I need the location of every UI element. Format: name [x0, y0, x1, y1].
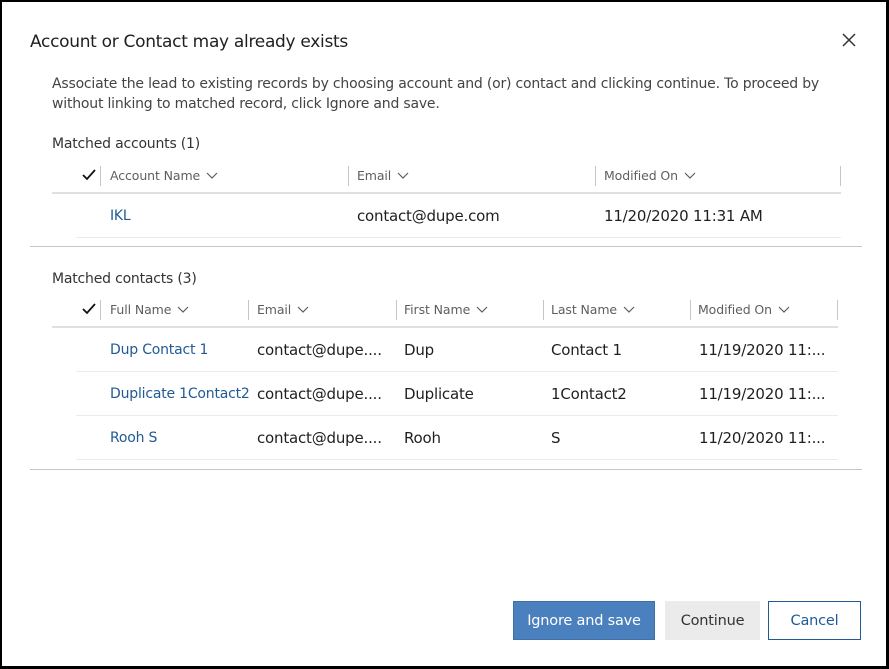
column-header-first-name[interactable]: First Name [404, 292, 488, 326]
column-header-last-name[interactable]: Last Name [551, 292, 635, 326]
contacts-grid-header: Full Name Email First Name Last Name Mod… [52, 292, 838, 328]
column-label: Email [257, 301, 292, 317]
chevron-down-icon [476, 306, 488, 313]
matched-accounts-title: Matched accounts (1) [52, 136, 201, 152]
column-header-email[interactable]: Email [257, 292, 309, 326]
table-row[interactable]: IKL contact@dupe.com 11/20/2020 11:31 AM [76, 194, 841, 238]
contacts-grid: Full Name Email First Name Last Name Mod… [52, 292, 838, 460]
column-label: Modified On [698, 301, 772, 317]
cancel-button[interactable]: Cancel [768, 601, 861, 640]
checkmark-icon [82, 169, 96, 181]
column-label: First Name [404, 301, 471, 317]
chevron-down-icon [297, 306, 309, 313]
section-divider [30, 469, 862, 470]
column-header-email[interactable]: Email [357, 158, 409, 192]
select-all-contacts-checkbox[interactable] [82, 292, 96, 326]
contact-email: contact@dupe.... [257, 384, 382, 403]
chevron-down-icon [778, 306, 790, 313]
ignore-and-save-button[interactable]: Ignore and save [513, 601, 655, 640]
column-label: Full Name [110, 301, 172, 317]
contact-modified-on: 11/20/2020 11:... [699, 428, 826, 447]
contact-first-name: Rooh [404, 428, 441, 447]
contact-last-name: 1Contact2 [551, 384, 627, 403]
column-header-modified-on[interactable]: Modified On [698, 292, 790, 326]
contact-first-name: Dup [404, 340, 434, 359]
column-header-account-name[interactable]: Account Name [110, 158, 218, 192]
accounts-grid-header: Account Name Email Modified On [52, 158, 841, 194]
chevron-down-icon [684, 172, 696, 179]
column-label: Account Name [110, 167, 201, 183]
contact-last-name: Contact 1 [551, 340, 622, 359]
contact-first-name: Duplicate [404, 384, 474, 403]
close-button[interactable] [838, 29, 860, 51]
column-label: Email [357, 167, 392, 183]
accounts-grid: Account Name Email Modified On IKL conta… [52, 158, 841, 238]
matched-contacts-title: Matched contacts (3) [52, 271, 197, 287]
column-header-modified-on[interactable]: Modified On [604, 158, 696, 192]
chevron-down-icon [206, 172, 218, 179]
column-header-full-name[interactable]: Full Name [110, 292, 189, 326]
chevron-down-icon [623, 306, 635, 313]
account-modified-on: 11/20/2020 11:31 AM [604, 206, 763, 225]
table-row[interactable]: Rooh S contact@dupe.... Rooh S 11/20/202… [76, 416, 838, 460]
contact-email: contact@dupe.... [257, 340, 382, 359]
contact-modified-on: 11/19/2020 11:... [699, 340, 826, 359]
contact-name-link[interactable]: Rooh S [110, 430, 157, 446]
contact-name-link[interactable]: Dup Contact 1 [110, 342, 208, 358]
table-row[interactable]: Duplicate 1Contact2 contact@dupe.... Dup… [76, 372, 838, 416]
column-label: Modified On [604, 167, 678, 183]
chevron-down-icon [397, 172, 409, 179]
continue-button[interactable]: Continue [665, 601, 760, 640]
contact-name-link[interactable]: Duplicate 1Contact2 [110, 386, 250, 402]
contact-modified-on: 11/19/2020 11:... [699, 384, 826, 403]
column-label: Last Name [551, 301, 617, 317]
contact-last-name: S [551, 428, 561, 447]
account-name-link[interactable]: IKL [110, 208, 131, 224]
dialog-title: Account or Contact may already exists [30, 32, 348, 52]
dialog-description: Associate the lead to existing records b… [52, 76, 820, 112]
duplicate-detection-dialog: Account or Contact may already exists As… [2, 2, 886, 666]
checkmark-icon [82, 303, 96, 315]
section-divider [30, 246, 862, 247]
contact-email: contact@dupe.... [257, 428, 382, 447]
close-icon [842, 33, 856, 47]
select-all-accounts-checkbox[interactable] [82, 158, 96, 192]
chevron-down-icon [177, 306, 189, 313]
table-row[interactable]: Dup Contact 1 contact@dupe.... Dup Conta… [76, 328, 838, 372]
account-email: contact@dupe.com [357, 206, 500, 225]
